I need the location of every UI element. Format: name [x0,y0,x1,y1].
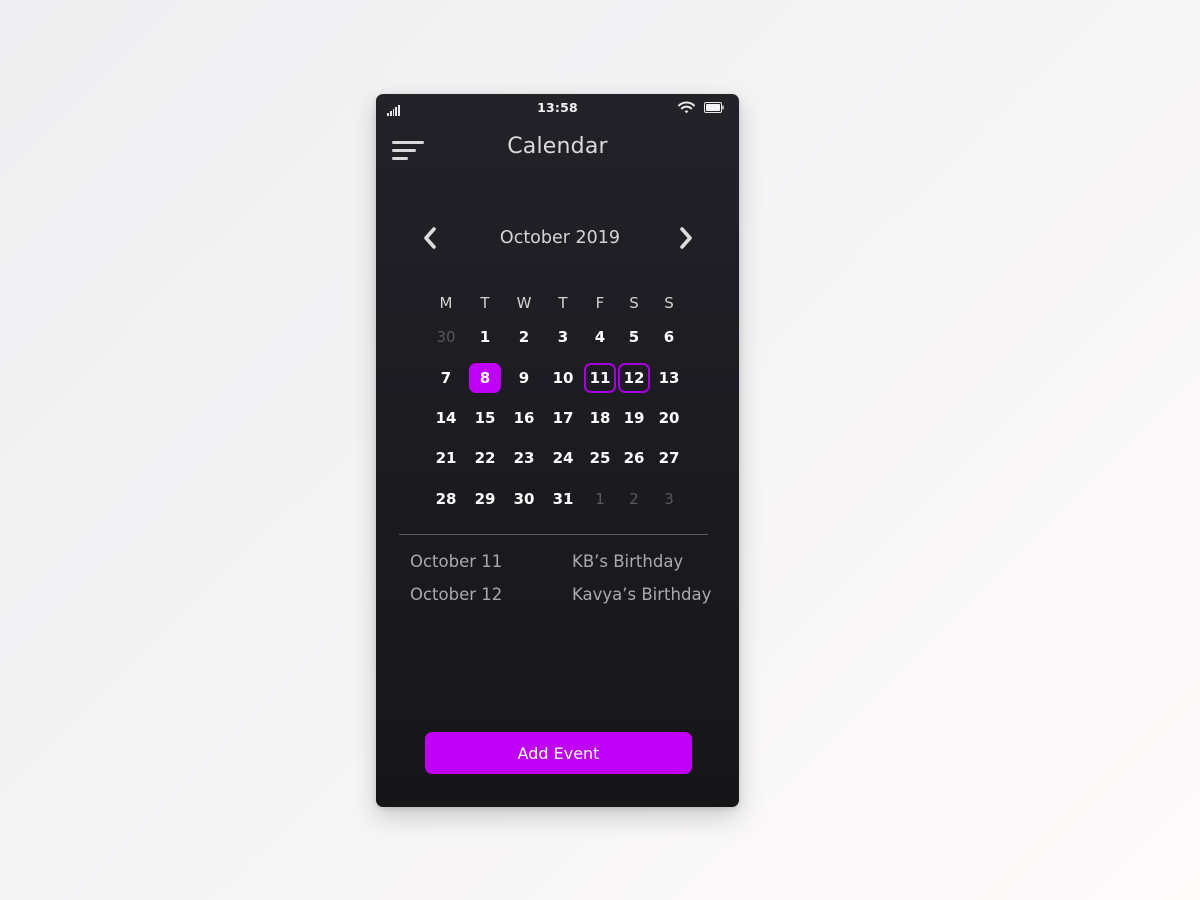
page-title: Calendar [507,134,608,159]
calendar-day-outside-month[interactable]: 3 [653,484,685,514]
calendar-day-outside-month[interactable]: 2 [618,484,650,514]
phone-screen: 13:58 Calendar October 2019 MTWTFSS 30 1 2… [376,94,739,807]
status-bar: 13:58 [376,94,739,122]
weekday-label: T [480,294,490,312]
calendar-day-selected[interactable]: 8 [469,363,501,393]
divider [399,534,708,535]
calendar-day[interactable]: 7 [430,363,462,393]
calendar-day[interactable]: 28 [430,484,462,514]
calendar-day[interactable]: 16 [508,403,540,433]
calendar-day[interactable]: 22 [469,443,501,473]
calendar-day[interactable]: 24 [547,443,579,473]
calendar-day[interactable]: 17 [547,403,579,433]
event-name[interactable]: KB’s Birthday [572,552,683,571]
calendar-day-outside-month[interactable]: 1 [584,484,616,514]
event-date: October 12 [410,585,503,604]
event-name[interactable]: Kavya’s Birthday [572,585,711,604]
calendar-day[interactable]: 6 [653,322,685,352]
calendar-day[interactable]: 18 [584,403,616,433]
add-event-button[interactable]: Add Event [425,732,692,774]
weekday-label: T [558,294,568,312]
calendar-day-outside-month[interactable]: 30 [430,322,462,352]
calendar-day[interactable]: 10 [547,363,579,393]
calendar-day[interactable]: 21 [430,443,462,473]
wifi-icon [678,101,695,114]
weekday-label: S [629,294,639,312]
calendar-day[interactable]: 30 [508,484,540,514]
calendar-day-event[interactable]: 11 [584,363,616,393]
calendar-day[interactable]: 29 [469,484,501,514]
chevron-left-icon[interactable] [418,225,442,251]
calendar-day[interactable]: 2 [508,322,540,352]
calendar-day[interactable]: 26 [618,443,650,473]
calendar-day[interactable]: 14 [430,403,462,433]
calendar-day[interactable]: 31 [547,484,579,514]
calendar-day[interactable]: 9 [508,363,540,393]
calendar-day[interactable]: 15 [469,403,501,433]
calendar-day[interactable]: 23 [508,443,540,473]
calendar-day[interactable]: 13 [653,363,685,393]
calendar-day[interactable]: 4 [584,322,616,352]
calendar-day[interactable]: 27 [653,443,685,473]
calendar-day[interactable]: 3 [547,322,579,352]
month-label: October 2019 [499,228,621,248]
weekday-label: F [595,294,605,312]
weekday-label: S [664,294,674,312]
calendar-day[interactable]: 25 [584,443,616,473]
calendar-day[interactable]: 1 [469,322,501,352]
chevron-right-icon[interactable] [674,225,698,251]
battery-icon [704,102,724,113]
weekday-label: W [516,294,532,312]
calendar-day[interactable]: 20 [653,403,685,433]
calendar-day[interactable]: 19 [618,403,650,433]
calendar-day[interactable]: 5 [618,322,650,352]
event-date: October 11 [410,552,503,571]
calendar-day-event[interactable]: 12 [618,363,650,393]
weekday-label: M [439,294,453,312]
